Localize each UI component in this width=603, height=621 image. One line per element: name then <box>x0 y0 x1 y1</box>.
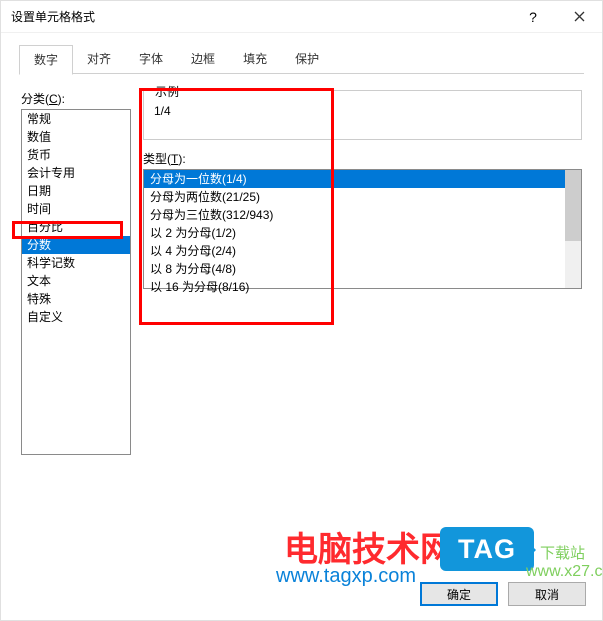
type-item[interactable]: 分母为一位数(1/4) <box>144 170 565 188</box>
type-item[interactable]: 以 2 为分母(1/2) <box>144 224 565 242</box>
category-item[interactable]: 会计专用 <box>22 164 130 182</box>
category-item[interactable]: 百分比 <box>22 218 130 236</box>
type-item[interactable]: 以 4 为分母(2/4) <box>144 242 565 260</box>
category-item[interactable]: 常规 <box>22 110 130 128</box>
category-item[interactable]: 分数 <box>22 236 130 254</box>
example-value: 1/4 <box>154 104 571 118</box>
tab-0[interactable]: 数字 <box>19 45 73 75</box>
dialog-footer: 确定 取消 <box>1 572 602 620</box>
tab-3[interactable]: 边框 <box>177 45 229 74</box>
type-list-wrap: 分母为一位数(1/4)分母为两位数(21/25)分母为三位数(312/943)以… <box>143 169 582 289</box>
type-item[interactable]: 以 8 为分母(4/8) <box>144 260 565 278</box>
category-item[interactable]: 自定义 <box>22 308 130 326</box>
titlebar: 设置单元格格式 ? <box>1 1 602 33</box>
type-scrollbar[interactable] <box>565 170 581 288</box>
close-button[interactable] <box>556 2 602 32</box>
type-item[interactable]: 分母为两位数(21/25) <box>144 188 565 206</box>
tab-strip: 数字对齐字体边框填充保护 <box>1 33 602 74</box>
example-box: 示例 1/4 <box>143 90 582 140</box>
tab-4[interactable]: 填充 <box>229 45 281 74</box>
example-legend: 示例 <box>152 83 182 100</box>
category-item[interactable]: 特殊 <box>22 290 130 308</box>
scrollbar-track[interactable] <box>565 170 581 288</box>
category-item[interactable]: 数值 <box>22 128 130 146</box>
tab-1[interactable]: 对齐 <box>73 45 125 74</box>
category-item[interactable]: 时间 <box>22 200 130 218</box>
type-item[interactable]: 分母为三位数(312/943) <box>144 206 565 224</box>
category-list[interactable]: 常规数值货币会计专用日期时间百分比分数科学记数文本特殊自定义 <box>21 109 131 455</box>
category-item[interactable]: 日期 <box>22 182 130 200</box>
watermark-site-top: 下载站 <box>540 542 585 563</box>
tab-2[interactable]: 字体 <box>125 45 177 74</box>
watermark-tag-badge: TAG <box>440 527 534 571</box>
watermark-site: www.x27.com <box>526 563 603 581</box>
content-area: 分类(C): 常规数值货币会计专用日期时间百分比分数科学记数文本特殊自定义 示例… <box>1 74 602 572</box>
tab-5[interactable]: 保护 <box>281 45 333 74</box>
cancel-button[interactable]: 取消 <box>508 582 586 606</box>
close-icon <box>574 11 585 22</box>
ok-button[interactable]: 确定 <box>420 582 498 606</box>
category-item[interactable]: 文本 <box>22 272 130 290</box>
type-item[interactable]: 以 16 为分母(8/16) <box>144 278 565 296</box>
category-item[interactable]: 科学记数 <box>22 254 130 272</box>
category-column: 分类(C): 常规数值货币会计专用日期时间百分比分数科学记数文本特殊自定义 <box>21 90 131 572</box>
category-label: 分类(C): <box>21 90 131 107</box>
scrollbar-thumb[interactable] <box>565 170 581 241</box>
window-title: 设置单元格格式 <box>11 8 510 25</box>
category-item[interactable]: 货币 <box>22 146 130 164</box>
type-label: 类型(T): <box>143 150 582 167</box>
settings-column: 示例 1/4 类型(T): 分母为一位数(1/4)分母为两位数(21/25)分母… <box>143 90 582 572</box>
type-list[interactable]: 分母为一位数(1/4)分母为两位数(21/25)分母为三位数(312/943)以… <box>144 170 565 288</box>
help-button[interactable]: ? <box>510 2 556 32</box>
